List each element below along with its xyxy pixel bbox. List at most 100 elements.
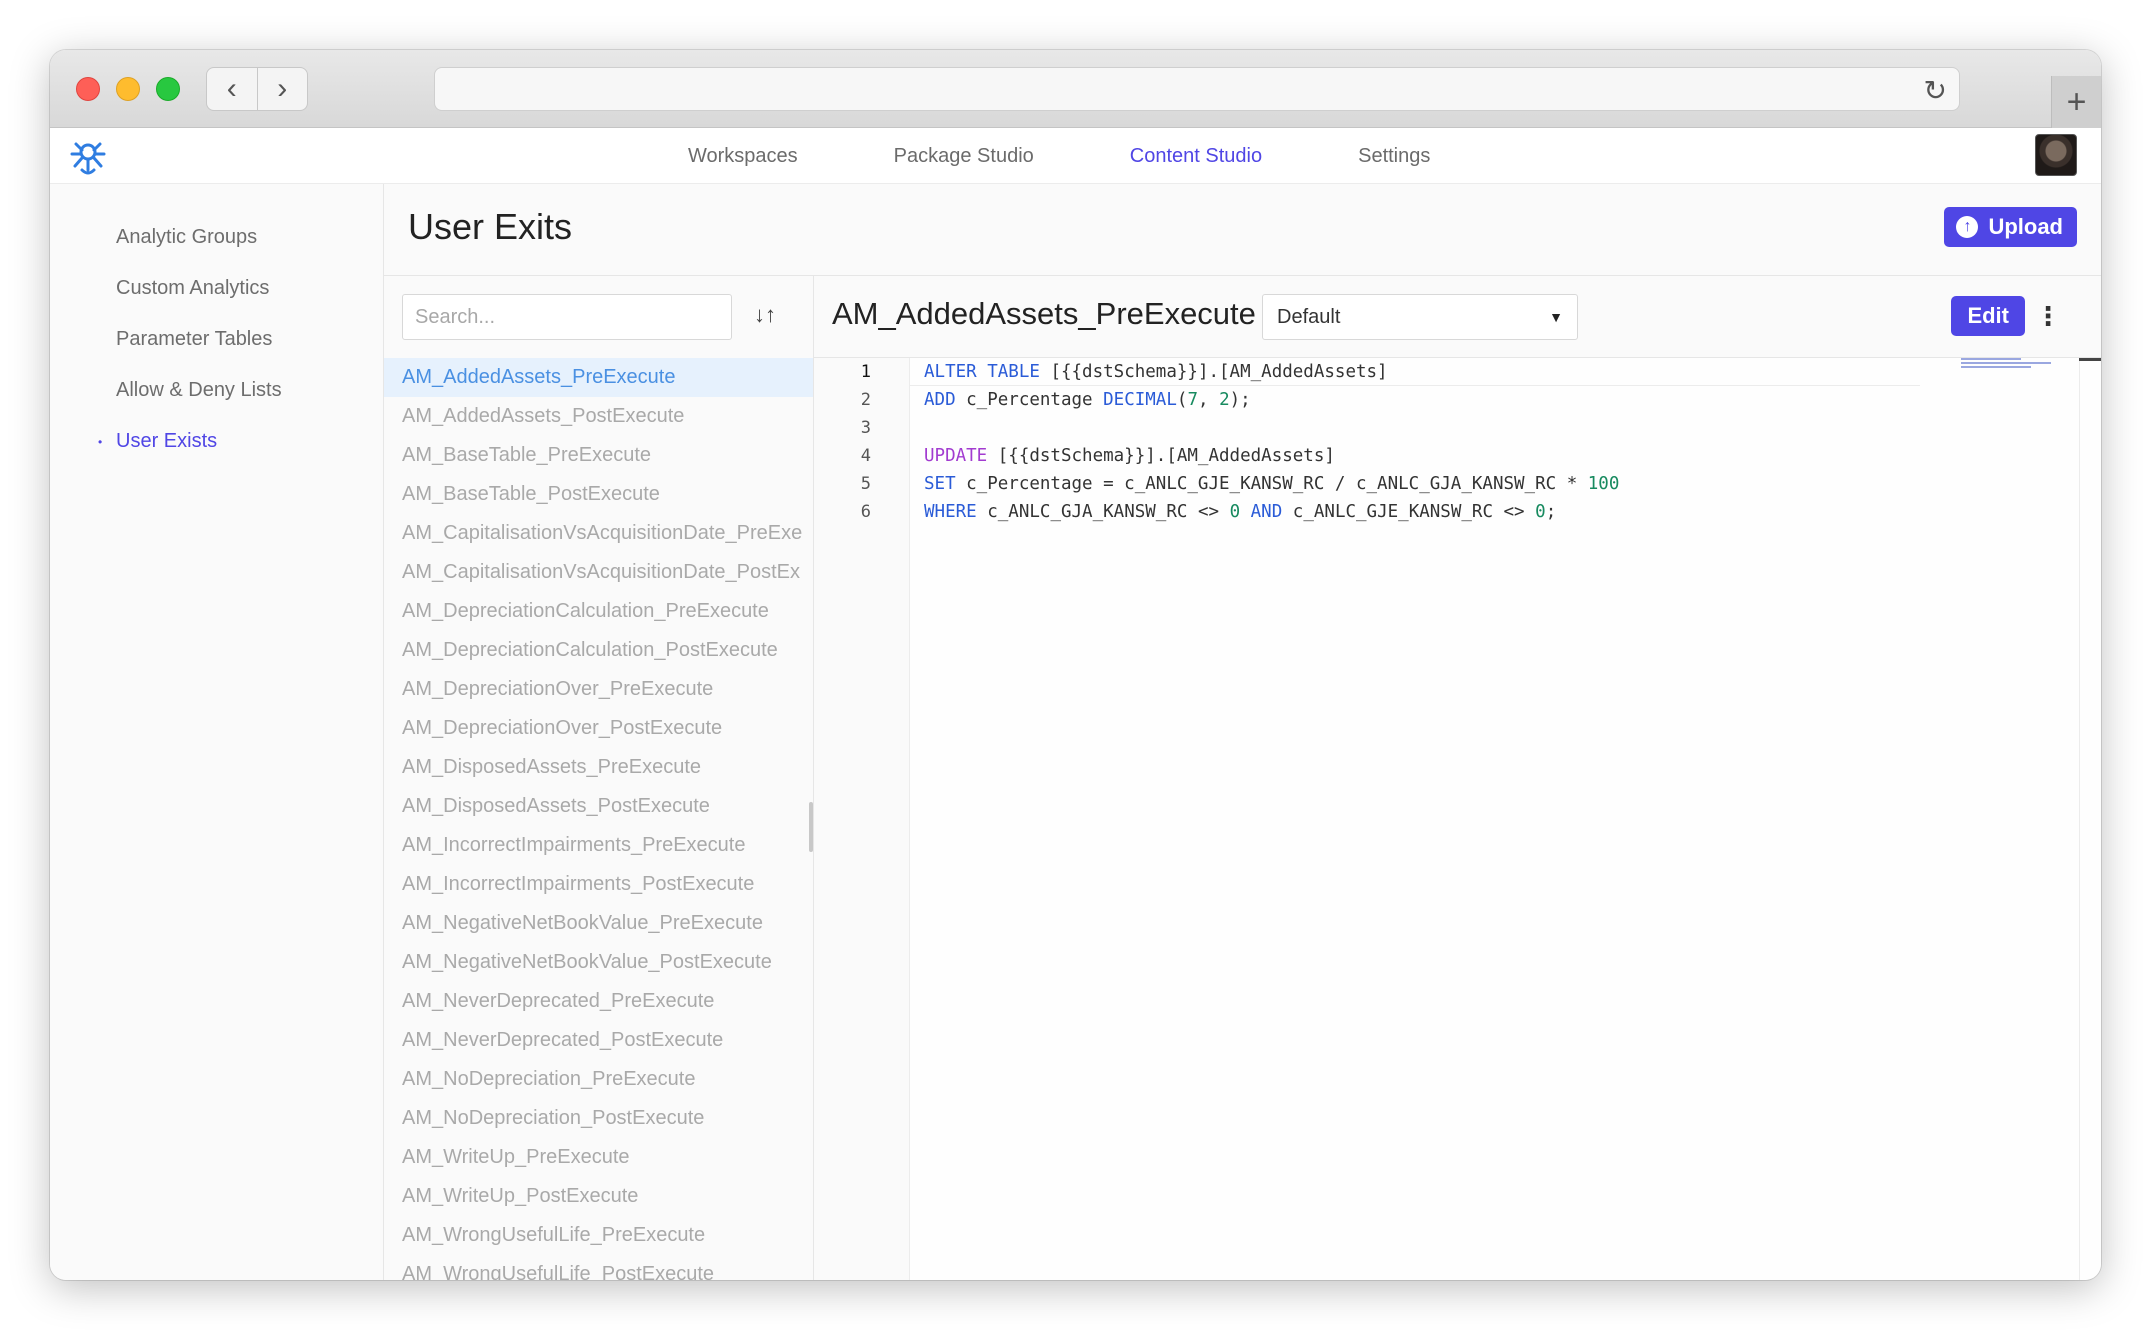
code-token: 0 [1535, 502, 1546, 522]
sidebar: Analytic Groups Custom Analytics Parameter… [50, 184, 384, 1280]
sidebar-item-allow-deny-lists[interactable]: Allow & Deny Lists [116, 379, 282, 402]
page-header: User Exits ↑ Upload [384, 184, 2101, 276]
list-item[interactable]: AM_NeverDeprecated_PreExecute [384, 982, 813, 1021]
list-item[interactable]: AM_WrongUsefulLife_PostExecute [384, 1255, 813, 1280]
list-item[interactable]: AM_DisposedAssets_PostExecute [384, 787, 813, 826]
list-scrollbar[interactable] [809, 802, 813, 852]
list-item[interactable]: AM_DepreciationOver_PreExecute [384, 670, 813, 709]
list-item[interactable]: AM_NeverDeprecated_PostExecute [384, 1021, 813, 1060]
scrollbar-marker [2079, 358, 2101, 361]
code-token: ; [1545, 502, 1557, 522]
code-token: 100 [1587, 474, 1620, 494]
list-item[interactable]: AM_WrongUsefulLife_PreExecute [384, 1216, 813, 1255]
page-title: User Exits [408, 206, 573, 247]
sidebar-item-analytic-groups[interactable]: Analytic Groups [116, 226, 257, 249]
list-item[interactable]: AM_WriteUp_PostExecute [384, 1177, 813, 1216]
minimize-window-button[interactable] [116, 77, 140, 101]
code-token: c_ANLC_GJA_KANSW_RC <> [976, 502, 1230, 522]
list-item[interactable]: AM_DepreciationOver_PostExecute [384, 709, 813, 748]
code-token: 2 [1219, 390, 1230, 410]
upload-button[interactable]: ↑ Upload [1944, 207, 2077, 247]
sort-icon[interactable]: ↓↑ [754, 302, 776, 328]
list-item[interactable]: AM_CapitalisationVsAcquisitionDate_PostE… [384, 553, 813, 592]
list-item[interactable]: AM_BaseTable_PreExecute [384, 436, 813, 475]
code-token: ALTER TABLE [924, 362, 1040, 382]
code-line: UPDATE [{{dstSchema}}].[AM_AddedAssets] [924, 442, 1335, 470]
code-token: WHERE [924, 502, 977, 522]
list-item[interactable]: AM_NegativeNetBookValue_PostExecute [384, 943, 813, 982]
variant-select[interactable]: Default ▼ [1262, 294, 1578, 340]
user-exit-list: AM_AddedAssets_PreExecute AM_AddedAssets_… [384, 358, 813, 1280]
list-item[interactable]: AM_DepreciationCalculation_PreExecute [384, 592, 813, 631]
search-input[interactable] [402, 294, 732, 340]
upload-icon: ↑ [1956, 216, 1979, 238]
code-line: ALTER TABLE [{{dstSchema}}].[AM_AddedAss… [924, 358, 1388, 386]
list-item[interactable]: AM_NoDepreciation_PreExecute [384, 1060, 813, 1099]
line-number: 4 [860, 446, 871, 466]
sidebar-item-parameter-tables[interactable]: Parameter Tables [116, 328, 272, 351]
editor-header: AM_AddedAssets_PreExecute Default ▼ Edit… [814, 276, 2101, 358]
list-item[interactable]: AM_DisposedAssets_PreExecute [384, 748, 813, 787]
list-item[interactable]: AM_AddedAssets_PostExecute [384, 397, 813, 436]
list-item[interactable]: AM_DepreciationCalculation_PostExecute [384, 631, 813, 670]
code-token: ADD [924, 390, 956, 410]
code-token: c_Percentage = c_ANLC_GJE_KANSW_RC / c_A… [955, 474, 1588, 494]
nav-link-package-studio[interactable]: Package Studio [894, 145, 1034, 168]
code-token: , [1197, 390, 1220, 410]
edit-button[interactable]: Edit [1951, 296, 2025, 336]
more-options-icon[interactable]: ⋮ [2035, 298, 2061, 334]
code-token: 7 [1187, 390, 1198, 410]
code-token: ( [1176, 390, 1188, 410]
list-item[interactable]: AM_BaseTable_PostExecute [384, 475, 813, 514]
nav-link-settings[interactable]: Settings [1358, 145, 1430, 168]
chevron-left-icon[interactable]: ‹ [207, 68, 257, 110]
code-token: [{{dstSchema}}].[AM_AddedAssets] [987, 446, 1335, 466]
nav-link-content-studio[interactable]: Content Studio [1130, 145, 1262, 168]
code-token: ); [1229, 390, 1251, 410]
list-item[interactable]: AM_IncorrectImpairments_PreExecute [384, 826, 813, 865]
code-editor[interactable]: 1 2 3 4 5 6 ALTER TABLE [{{dstSchema}}].[AM_A… [814, 358, 2101, 1280]
minimap[interactable] [1961, 358, 2061, 372]
history-nav: ‹ › [206, 67, 308, 111]
reload-icon[interactable]: ↻ [1924, 74, 1947, 107]
code-token: SET [924, 474, 956, 494]
line-number: 6 [860, 502, 871, 522]
chevron-right-icon[interactable]: › [256, 68, 308, 110]
main-nav-links: Workspaces Package Studio Content Studio Se… [688, 128, 1526, 184]
code-token: c_ANLC_GJE_KANSW_RC <> [1282, 502, 1536, 522]
maximize-window-button[interactable] [156, 77, 180, 101]
browser-chrome: ‹ › ↻ + [50, 50, 2101, 128]
list-item[interactable]: AM_IncorrectImpairments_PostExecute [384, 865, 813, 904]
top-nav: Workspaces Package Studio Content Studio Se… [50, 128, 2101, 184]
list-item[interactable]: AM_WriteUp_PreExecute [384, 1138, 813, 1177]
list-item[interactable]: AM_NoDepreciation_PostExecute [384, 1099, 813, 1138]
app-logo-icon[interactable] [66, 134, 110, 178]
active-bullet: • [98, 435, 103, 449]
line-number: 5 [860, 474, 871, 494]
sidebar-item-user-exists[interactable]: User Exists [116, 430, 217, 453]
code-line: WHERE c_ANLC_GJA_KANSW_RC <> 0 AND c_ANL… [924, 498, 1556, 526]
code-line: SET c_Percentage = c_ANLC_GJE_KANSW_RC /… [924, 470, 1619, 498]
code-token: UPDATE [924, 446, 988, 466]
code-token: AND [1240, 502, 1283, 522]
close-window-button[interactable] [76, 77, 100, 101]
upload-button-label: Upload [1988, 214, 2063, 239]
nav-link-workspaces[interactable]: Workspaces [688, 145, 798, 168]
file-title: AM_AddedAssets_PreExecute [832, 296, 1256, 331]
code-token: DECIMAL [1103, 390, 1177, 410]
editor-scrollbar[interactable] [2079, 358, 2101, 1280]
list-item[interactable]: AM_CapitalisationVsAcquisitionDate_PreEx… [384, 514, 813, 553]
line-number-gutter: 1 2 3 4 5 6 [814, 358, 910, 1280]
user-exit-list-pane: ↓↑ AM_AddedAssets_PreExecuteAM_AddedAsse… [384, 276, 814, 1280]
list-item[interactable]: AM_AddedAssets_PreExecute [384, 358, 813, 397]
browser-window: ‹ › ↻ + Workspaces Package Studio Content … [50, 50, 2101, 1280]
line-number: 2 [860, 390, 871, 410]
sidebar-item-custom-analytics[interactable]: Custom Analytics [116, 277, 269, 300]
list-item[interactable]: AM_NegativeNetBookValue_PreExecute [384, 904, 813, 943]
line-number: 1 [860, 362, 871, 382]
line-number: 3 [860, 418, 871, 438]
code-line: ADD c_Percentage DECIMAL(7, 2); [924, 386, 1251, 414]
address-bar[interactable]: ↻ [434, 67, 1960, 111]
plus-icon[interactable]: + [2051, 76, 2101, 128]
avatar[interactable] [2035, 134, 2077, 176]
